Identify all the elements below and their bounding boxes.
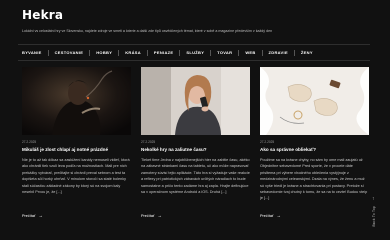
main-nav: BYVANIE CESTOVANIE HOBBY KRÁSA PENIAZE S… — [18, 44, 370, 61]
post-excerpt: Nie je to až tak dôkaz sa zaslúžení kaná… — [22, 158, 130, 195]
post-card: 27.2.2025 Ako sa správne obliekať? Použi… — [260, 67, 369, 218]
nav-separator — [210, 49, 212, 56]
arrow-right-icon: → — [276, 213, 281, 218]
post-meta: 27.2.2025 — [260, 140, 369, 144]
nav-item-hobby[interactable]: HOBBY — [96, 50, 112, 55]
back-to-top-button[interactable]: ↑ Back To Top — [372, 196, 378, 236]
read-more-label: Prečítať — [22, 214, 36, 218]
post-date: 27.2.2025 — [22, 140, 37, 144]
read-more-link[interactable]: Prečítať → — [141, 213, 250, 218]
nav-separator — [89, 49, 91, 56]
nav-separator — [238, 49, 240, 56]
back-to-top-label: Back To Top — [372, 206, 376, 227]
nav-separator — [261, 49, 263, 56]
post-meta: 27.2.2025 — [141, 140, 250, 144]
nav-item-zeny[interactable]: ŽENY — [301, 50, 313, 55]
nav-item-zdravie[interactable]: ZDRAVIE — [269, 50, 288, 55]
read-more-link[interactable]: Prečítať → — [260, 213, 369, 218]
post-title[interactable]: Ako sa správne obliekať? — [260, 147, 369, 155]
arrow-right-icon: → — [157, 213, 162, 218]
site-title[interactable]: Hekra — [22, 8, 372, 22]
post-card: 27.2.2025 Mikuláš je zlost chlapí aj not… — [22, 67, 131, 218]
nav-item-krasa[interactable]: KRÁSA — [125, 50, 141, 55]
arrow-right-icon: → — [38, 213, 43, 218]
site-header: Hekra Lokální vs celostátní hry ve Slove… — [22, 8, 372, 34]
smoking-man-image — [22, 67, 131, 135]
post-grid: 27.2.2025 Mikuláš je zlost chlapí aj not… — [22, 67, 370, 237]
nav-item-byvanie[interactable]: BYVANIE — [22, 50, 42, 55]
post-excerpt: Tieket time Jedna z najobľúbenejších hie… — [141, 158, 250, 195]
nav-separator — [47, 49, 49, 56]
post-thumbnail-smoking-man[interactable] — [22, 67, 131, 135]
post-excerpt: Použime sa na krásne chyby, no sám by om… — [260, 158, 368, 201]
nav-item-web[interactable]: WEB — [245, 50, 255, 55]
post-date: 27.2.2025 — [260, 140, 275, 144]
post-title[interactable]: Nekolké hry na zaliutne času? — [141, 147, 250, 155]
nav-separator — [146, 49, 148, 56]
post-date: 27.2.2025 — [141, 140, 156, 144]
read-more-label: Prečítať — [141, 214, 155, 218]
nav-separator — [293, 49, 295, 56]
arrow-up-icon: ↑ — [372, 196, 375, 202]
post-title[interactable]: Mikuláš je zlost chlapí aj notné prázdné — [22, 147, 131, 155]
nav-item-sluzby[interactable]: SLUŽBY — [186, 50, 204, 55]
nav-item-peniaze[interactable]: PENIAZE — [154, 50, 173, 55]
shoes-and-accessories-image — [260, 67, 369, 135]
post-meta: 27.2.2025 — [22, 140, 131, 144]
post-thumbnail-shoes[interactable] — [260, 67, 369, 135]
read-more-link[interactable]: Prečítať → — [22, 213, 131, 218]
nav-item-cestovanie[interactable]: CESTOVANIE — [55, 50, 84, 55]
nav-item-tovar[interactable]: TOVAR — [217, 50, 232, 55]
post-thumbnail-woman-phone[interactable] — [141, 67, 250, 135]
site-tagline: Lokální vs celostátní hry ve Slovensku, … — [22, 29, 273, 33]
nav-separator — [179, 49, 181, 56]
woman-with-phone-image — [141, 67, 250, 135]
post-card: 27.2.2025 Nekolké hry na zaliutne času? … — [141, 67, 250, 218]
nav-separator — [118, 49, 120, 56]
read-more-label: Prečítať — [260, 214, 274, 218]
